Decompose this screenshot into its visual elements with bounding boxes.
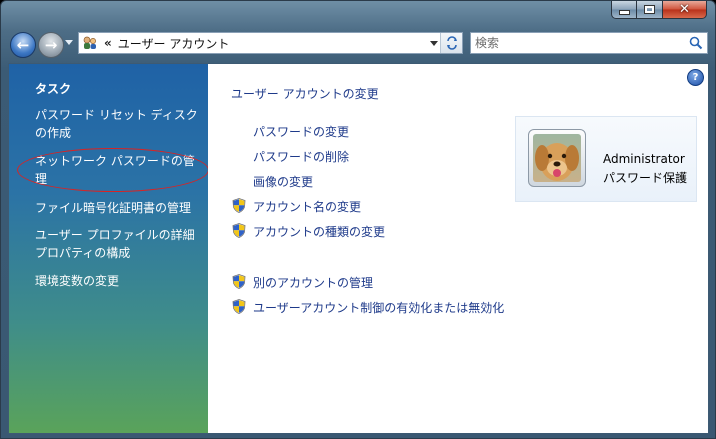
page-title: ユーザー アカウントの変更 <box>231 87 379 101</box>
address-dropdown-icon[interactable] <box>430 41 438 46</box>
search-input[interactable] <box>475 35 675 51</box>
avatar[interactable] <box>528 129 586 187</box>
refresh-button[interactable] <box>440 33 462 53</box>
uac-shield-icon <box>232 198 246 213</box>
close-button[interactable]: ✕ <box>663 1 707 19</box>
sidebar-item-create-password-reset-disk[interactable]: パスワード リセット ディスクの作成 <box>35 106 205 142</box>
caption-buttons: ✕ <box>611 1 707 19</box>
dog-picture <box>533 134 581 182</box>
account-card: Administrator パスワード保護 <box>515 116 697 202</box>
link-remove-password[interactable]: パスワードの削除 <box>253 148 349 165</box>
link-manage-another-account[interactable]: 別のアカウントの管理 <box>253 274 373 291</box>
link-change-account-name[interactable]: アカウント名の変更 <box>253 198 361 215</box>
minimize-button[interactable] <box>611 1 637 19</box>
uac-shield-icon <box>232 223 246 238</box>
task-pane-title: タスク <box>35 82 72 96</box>
maximize-icon <box>644 5 655 14</box>
link-change-picture[interactable]: 画像の変更 <box>253 173 313 190</box>
link-toggle-user-account-control[interactable]: ユーザーアカウント制御の有効化または無効化 <box>253 299 504 316</box>
account-name: Administrator <box>603 152 685 166</box>
help-icon[interactable]: ? <box>687 69 704 86</box>
task-pane: タスク パスワード リセット ディスクの作成 ネットワーク パスワードの管理 フ… <box>9 64 209 433</box>
refresh-icon <box>446 36 457 50</box>
back-arrow-icon: ← <box>16 35 30 54</box>
link-change-account-type[interactable]: アカウントの種類の変更 <box>253 223 385 240</box>
recent-pages-dropdown[interactable] <box>65 40 73 45</box>
user-accounts-icon <box>82 35 98 51</box>
forward-arrow-icon: → <box>44 35 58 54</box>
close-icon: ✕ <box>679 2 690 17</box>
minimize-icon <box>618 10 630 15</box>
main-pane: ? ユーザー アカウントの変更 パスワードの変更 パスワードの削除 画像の変更 … <box>208 64 708 433</box>
sidebar-item-change-environment-variables[interactable]: 環境変数の変更 <box>35 272 205 290</box>
account-type: パスワード保護 <box>603 171 688 185</box>
uac-shield-icon <box>232 299 246 314</box>
content-area: タスク パスワード リセット ディスクの作成 ネットワーク パスワードの管理 フ… <box>8 63 709 434</box>
control-panel-window: ✕ ← → « ユーザー アカウント 検索 タスク パスワード リセット ディス… <box>0 0 716 439</box>
sidebar-item-configure-profile-properties[interactable]: ユーザー プロファイルの詳細プロパティの構成 <box>35 226 205 262</box>
breadcrumb-overflow[interactable]: « <box>104 36 112 50</box>
breadcrumb-user-accounts[interactable]: ユーザー アカウント <box>118 35 230 52</box>
address-bar[interactable]: « ユーザー アカウント <box>78 32 463 54</box>
link-change-password[interactable]: パスワードの変更 <box>253 123 349 140</box>
maximize-button[interactable] <box>637 1 663 19</box>
search-box[interactable] <box>470 32 708 54</box>
uac-shield-icon <box>232 274 246 289</box>
search-icon[interactable] <box>689 36 703 50</box>
back-button[interactable]: ← <box>10 32 36 58</box>
sidebar-item-manage-file-encryption-certificates[interactable]: ファイル暗号化証明書の管理 <box>35 199 205 217</box>
title-bar: ✕ <box>1 1 715 29</box>
sidebar-item-manage-network-passwords[interactable]: ネットワーク パスワードの管理 <box>35 152 205 188</box>
navigation-bar: ← → « ユーザー アカウント <box>1 29 715 63</box>
forward-button[interactable]: → <box>38 32 64 58</box>
